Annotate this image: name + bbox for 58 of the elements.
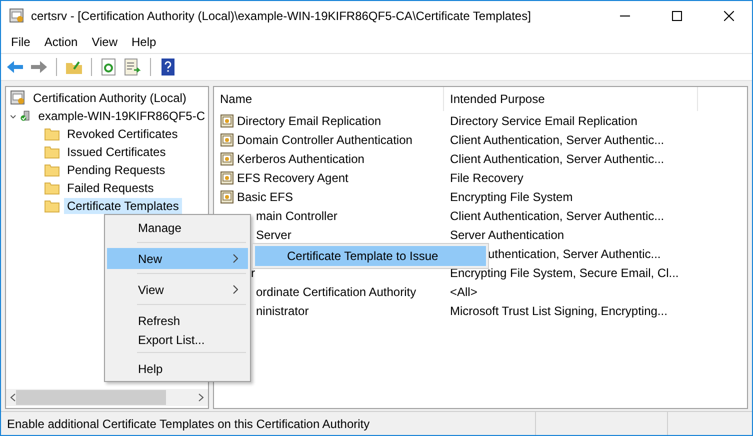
menu-item[interactable]: Help — [124, 35, 164, 49]
menu-item[interactable]: Certificate Template to Issue — [255, 246, 486, 266]
status-text: Enable additional Certificate Templates on this Certification Authority — [6, 416, 371, 432]
server-icon — [20, 108, 32, 124]
table-cell-text: uthentication, Server Authentic... — [487, 246, 661, 260]
table-cell-text: Directory Service Email Replication — [449, 114, 638, 128]
template-name: EFS Recovery Agent — [237, 170, 348, 184]
tree-item[interactable]: Failed Requests — [64, 180, 157, 196]
template-name: Directory Email Replication — [237, 114, 382, 128]
table-cell-text: Client Authentication, Server Authentic... — [449, 208, 664, 222]
table-cell-text: Client Authentication, Server Authentic... — [449, 132, 664, 146]
menu-item[interactable]: Help — [107, 358, 248, 379]
table-cell-text: File Recovery — [449, 170, 524, 184]
template-name: Domain Controller Authentication — [237, 132, 412, 146]
folder-icon — [44, 145, 60, 159]
menu-item[interactable]: Export List... — [107, 331, 248, 348]
certificate-authority-icon — [9, 8, 25, 24]
column-header[interactable]: Name — [214, 87, 444, 111]
table-cell-text: Client Authentication, Server Authentic... — [449, 152, 664, 166]
table-cell-text: Server Authentication — [449, 228, 564, 242]
menu-item[interactable]: Refresh — [107, 310, 248, 331]
scrollbar-thumb[interactable] — [16, 390, 166, 405]
menu-item[interactable]: File — [4, 35, 38, 49]
template-name: Kerberos Authentication — [237, 152, 364, 166]
template-name: Server — [256, 228, 292, 242]
folder-icon — [44, 199, 60, 213]
folder-icon — [44, 181, 60, 195]
folder-icon — [44, 127, 60, 141]
folder-icon — [44, 163, 60, 177]
menu-item[interactable]: View — [107, 279, 248, 300]
tree-item[interactable]: Pending Requests — [64, 162, 168, 178]
table-cell-text: <All> — [449, 284, 478, 298]
tree-item[interactable]: Certification Authority (Local) — [30, 90, 190, 106]
scroll-right-icon[interactable] — [198, 393, 204, 402]
tree-item[interactable]: Issued Certificates — [64, 144, 169, 160]
table-cell-text: Encrypting File System, Secure Email, Cl... — [449, 266, 679, 280]
template-name: main Controller — [256, 208, 338, 222]
template-name: Basic EFS — [237, 190, 294, 204]
menu-item[interactable]: Action — [37, 35, 85, 49]
table-cell-text: Microsoft Trust List Signing, Encrypting... — [449, 304, 668, 318]
horizontal-scrollbar[interactable] — [6, 389, 208, 406]
tree-item[interactable]: example-WIN-19KIFR86QF5-C — [35, 108, 208, 124]
template-name: ordinate Certification Authority — [256, 284, 416, 298]
scroll-left-icon[interactable] — [10, 393, 16, 402]
close-icon[interactable] — [724, 11, 734, 21]
template-name: ninistrator — [256, 304, 309, 318]
export-list-button[interactable] — [123, 57, 143, 77]
column-header[interactable]: Intended Purpose — [444, 87, 698, 111]
maximize-icon[interactable] — [672, 11, 682, 21]
menu-item[interactable]: Manage — [107, 217, 248, 238]
table-cell-text: Encrypting File System — [449, 190, 573, 204]
tree-item[interactable]: Certificate Templates — [64, 198, 182, 214]
menu-item[interactable]: New — [107, 248, 248, 269]
menu-item[interactable]: View — [84, 35, 124, 49]
template-name: r — [251, 266, 255, 280]
window-title: certsrv - [Certification Authority (Local)\example-WIN-19KIFR86QF5-CA\Certificate Templates] — [31, 9, 532, 23]
tree-item[interactable]: Revoked Certificates — [64, 126, 181, 142]
certificate-authority-icon — [10, 90, 26, 106]
